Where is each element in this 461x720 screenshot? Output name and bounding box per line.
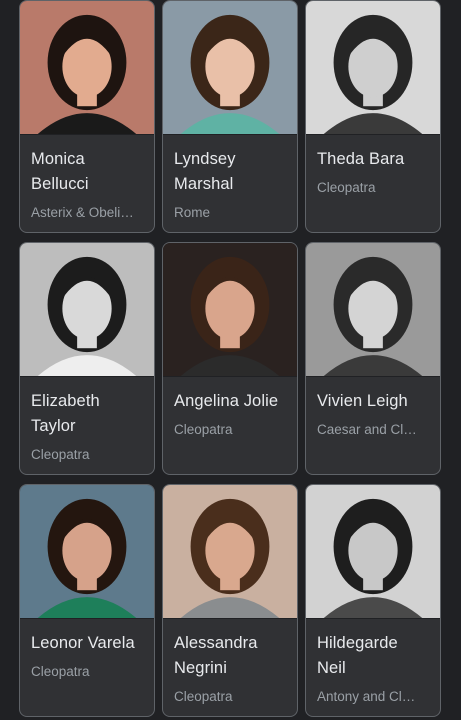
card-subtitle: Cleopatra [317, 180, 376, 195]
card-name: Vivien Leigh [317, 392, 408, 410]
card-name: Monica Bellucci [31, 150, 89, 193]
card-subtitle: Asterix & Obeli… [31, 205, 134, 220]
card-name: Theda Bara [317, 150, 405, 168]
alessandra-negrini-photo [163, 485, 297, 619]
hildegarde-neil-photo [306, 485, 440, 619]
results-grid: Monica Bellucci Asterix & Obeli… Lyndsey … [19, 0, 442, 717]
card-name: Lyndsey Marshal [174, 150, 236, 193]
lyndsey-marshal-photo [163, 1, 297, 135]
elizabeth-taylor-photo [20, 243, 154, 377]
card-subtitle: Rome [174, 205, 211, 220]
leonor-varela-photo [20, 485, 154, 619]
result-card[interactable]: Lyndsey Marshal Rome [162, 0, 298, 233]
card-subtitle: Cleopatra [174, 689, 233, 704]
result-card[interactable]: Elizabeth Taylor Cleopatra [19, 242, 155, 475]
card-subtitle: Antony and Cl… [317, 689, 416, 704]
result-card[interactable]: Angelina Jolie Cleopatra [162, 242, 298, 475]
card-subtitle: Cleopatra [31, 664, 90, 679]
monica-bellucci-photo [20, 1, 154, 135]
card-subtitle: Caesar and Cl… [317, 422, 417, 437]
card-name: Hildegarde Neil [317, 634, 398, 677]
card-subtitle: Cleopatra [174, 422, 233, 437]
result-card[interactable]: Hildegarde Neil Antony and Cl… [305, 484, 441, 717]
result-card[interactable]: Theda Bara Cleopatra [305, 0, 441, 233]
card-name: Angelina Jolie [174, 392, 279, 410]
result-card[interactable]: Monica Bellucci Asterix & Obeli… [19, 0, 155, 233]
card-name: Alessandra Negrini [174, 634, 258, 677]
angelina-jolie-photo [163, 243, 297, 377]
theda-bara-photo [306, 1, 440, 135]
card-name: Leonor Varela [31, 634, 135, 652]
card-name: Elizabeth Taylor [31, 392, 100, 435]
result-card[interactable]: Vivien Leigh Caesar and Cl… [305, 242, 441, 475]
card-subtitle: Cleopatra [31, 447, 90, 462]
result-card[interactable]: Leonor Varela Cleopatra [19, 484, 155, 717]
vivien-leigh-photo [306, 243, 440, 377]
result-card[interactable]: Alessandra Negrini Cleopatra [162, 484, 298, 717]
